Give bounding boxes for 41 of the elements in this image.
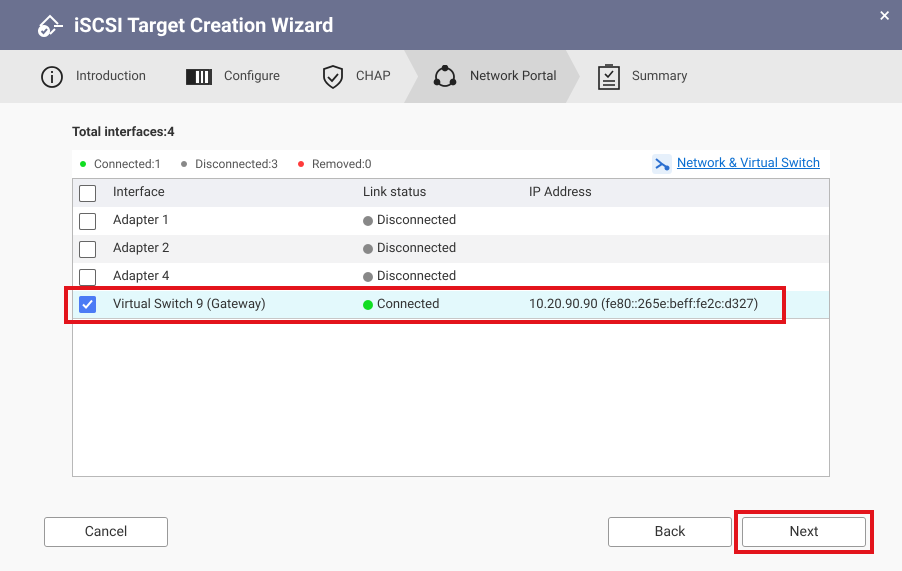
close-button[interactable]: × [879,5,890,25]
wizard-button[interactable]: Next [742,517,866,547]
column-header: Link status [363,184,428,202]
link-status-cell-text: Disconnected [377,268,456,286]
row-checkbox[interactable] [79,268,96,286]
link-status-cell-text: Disconnected [377,212,456,230]
window-title: iSCSI Target Creation Wizard [74,12,334,39]
row-checkbox[interactable] [79,240,96,258]
column-header: Interface [113,184,166,202]
wizard-step[interactable]: Network Portal [432,50,557,103]
clipboard-icon [598,64,620,90]
shield-check-icon [322,64,344,88]
table-row[interactable]: Adapter 2 Disconnected [73,235,829,263]
wizard-button[interactable]: Back [608,517,732,547]
wizard-icon [36,12,64,38]
legend-label: Removed:0 [312,156,372,173]
drive-icon [186,68,212,86]
legend-label: Disconnected:3 [195,156,278,173]
table-row[interactable]: Virtual Switch 9 (Gateway) Connected 10.20.90.90 (fe80::265e:beff:fe2c:d327) [73,291,829,319]
legend-label: Connected:1 [94,156,162,173]
ip-address-cell-text: 10.20.90.90 (fe80::265e:beff:fe2c:d327) [529,296,758,314]
wizard-step[interactable]: CHAP [322,50,391,103]
wizard-step[interactable]: Configure [186,50,280,103]
interface-cell-text: Adapter 2 [113,240,170,258]
network-icon [432,64,458,88]
wizard-step[interactable]: Introduction [40,50,146,103]
total-interfaces: Total interfaces:4 [72,124,176,141]
row-checkbox[interactable] [79,212,96,230]
info-icon [40,64,64,88]
interface-cell-text: Adapter 4 [113,268,170,286]
column-header: IP Address [529,184,592,202]
interface-cell-text: Virtual Switch 9 (Gateway) [113,296,267,314]
interface-cell-text: Adapter 1 [113,212,170,230]
link-status-cell-text: Connected [377,296,440,314]
select-all-checkbox[interactable] [79,184,96,202]
link-status-cell-text: Disconnected [377,240,456,258]
network-switch-link[interactable]: Network & Virtual Switch [676,154,820,174]
wizard-step[interactable]: Summary [598,50,688,103]
row-checkbox[interactable] [79,296,96,313]
network-switch-icon [652,154,672,174]
wizard-button[interactable]: Cancel [44,517,168,547]
